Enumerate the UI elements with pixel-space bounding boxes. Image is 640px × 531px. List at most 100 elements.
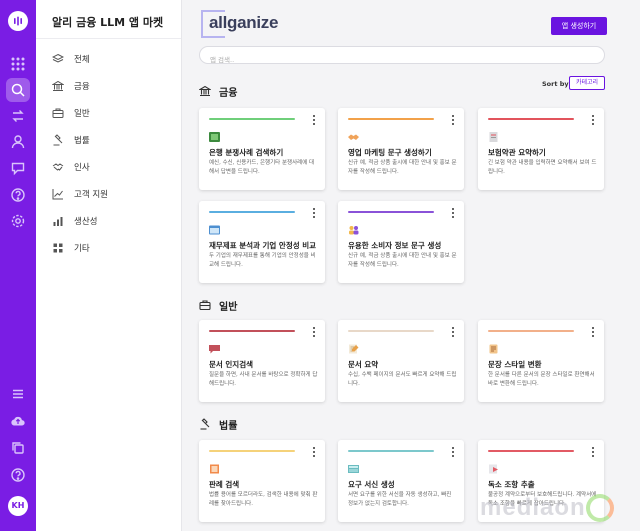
notepad-icon [349,344,359,354]
people-icon [349,226,359,235]
handshake-icon [52,163,64,171]
app-card[interactable]: 유용한 소비자 정보 문구 생성 신규 예, 적금 상품 출시에 대한 안내 및… [338,201,464,283]
section-title: 법률 [219,420,238,432]
app-card[interactable]: 문장 스타일 변환 한 문서를 다른 문서의 문장 스타일로 환연해서 바로 변… [478,320,604,402]
card-accent-bar [348,211,434,213]
more-options-icon[interactable] [591,115,595,126]
sort-category-button[interactable]: 카테고리 [569,76,605,90]
card-description: 서면 요구를 위한 서신을 자동 생성하고, 빠진 정보가 없는지 검토합니다. [348,492,452,507]
cloud-upload-icon[interactable] [10,413,26,429]
card-title: 문장 스타일 변환 [488,360,542,369]
chat-icon[interactable] [10,160,26,176]
users-icon[interactable] [10,134,26,150]
logo-icon[interactable] [8,11,28,31]
briefcase-icon [199,300,211,311]
sidebar-item-hr[interactable]: 인사 [52,158,172,176]
help-circle-icon[interactable] [10,467,26,483]
section-title: 일반 [219,301,238,313]
card-description: 질문을 하면, 사내 문서를 바탕으로 정확하게 답해드립니다. [209,372,318,387]
gavel-icon [53,134,63,146]
card-title: 독소 조항 추출 [488,480,535,489]
green-square-icon [209,132,220,142]
menu-icon[interactable] [10,386,26,402]
card-accent-bar [209,330,295,332]
card-description: 긴 보험 약관 내용을 입력하면 요약해서 보여 드립니다. [488,160,597,175]
sidebar-item-support[interactable]: 고객 지원 [52,185,172,203]
contract-icon [489,464,498,474]
sidebar-item-label: 기타 [74,244,90,254]
card-accent-bar [209,118,295,120]
bar-chart-icon [53,217,63,226]
app-card[interactable]: 판례 검색 법률 용어를 모르더라도, 검색한 내용에 맞춰 판례를 찾아드립니… [199,440,325,522]
sidebar-item-all[interactable]: 전체 [52,50,172,68]
card-title: 판례 검색 [209,480,240,489]
watermark: mediaon [480,494,586,521]
app-card[interactable]: 은행 분쟁사례 검색하기 예신, 수신, 신용카드, 은행기타 분쟁사례에 대해… [199,108,325,190]
section-header-finance: 금융 [199,84,238,99]
more-options-icon[interactable] [312,447,316,458]
more-options-icon[interactable] [591,327,595,338]
more-options-icon[interactable] [451,115,455,126]
settings-icon[interactable] [10,213,26,229]
more-options-icon[interactable] [451,447,455,458]
apps-grid-icon[interactable] [10,56,26,72]
app-card[interactable]: 요구 서신 생성 서면 요구를 위한 서신을 자동 생성하고, 빠진 정보가 없… [338,440,464,522]
more-options-icon[interactable] [312,327,316,338]
app-card[interactable]: 문서 인지검색 질문을 하면, 사내 문서를 바탕으로 정확하게 답해드립니다. [199,320,325,402]
card-description: 한 문서를 다른 문서의 문장 스타일로 환연해서 바로 변환해 드립니다. [488,372,595,387]
card-accent-bar [348,330,434,332]
card-title: 문서 인지검색 [209,360,254,369]
sidebar-divider [36,38,181,39]
app-card[interactable]: 재무제표 분석과 기업 안정성 비교 두 기업의 재무제표를 통해 기업의 안정… [199,201,325,283]
create-app-button[interactable]: 앱 생성하기 [551,17,607,35]
sort-label: Sort by: [542,80,572,88]
sidebar-item-general[interactable]: 일반 [52,104,172,122]
category-sidebar: 알리 금융 LLM 앱 마켓 전체 금융 일반 법률 인사 고객 지원 생산성 … [36,0,182,531]
card-title: 보험약관 요약하기 [488,148,546,157]
briefcase-icon [52,108,64,118]
sidebar-item-etc[interactable]: 기타 [52,239,172,257]
section-header-law: 법률 [199,417,238,432]
section-title: 금융 [219,87,238,99]
app-title: 알리 금융 LLM 앱 마켓 [52,16,164,29]
help-icon[interactable] [10,187,26,203]
sidebar-item-label: 전체 [74,55,90,65]
copy-icon[interactable] [10,440,26,456]
app-card[interactable]: 보험약관 요약하기 긴 보험 약관 내용을 입력하면 요약해서 보여 드립니다. [478,108,604,190]
sidebar-item-productivity[interactable]: 생산성 [52,212,172,230]
more-options-icon[interactable] [451,208,455,219]
sidebar-item-law[interactable]: 법률 [52,131,172,149]
card-description: 신규 예, 적금 상품 출시에 대한 안내 및 홍보 문자를 작성해 드립니다. [348,253,457,268]
card-title: 요구 서신 생성 [348,480,395,489]
sidebar-item-label: 법률 [74,136,90,146]
card-accent-bar [209,450,295,452]
more-options-icon[interactable] [312,208,316,219]
section-header-general: 일반 [199,298,238,313]
card-accent-bar [209,211,295,213]
app-market-icon[interactable] [6,78,30,102]
gavel-icon [200,418,210,430]
sidebar-item-label: 일반 [74,109,90,119]
sidebar-item-finance[interactable]: 금융 [52,77,172,95]
document-icon [489,132,498,142]
law-book-icon [210,464,219,474]
more-options-icon[interactable] [591,447,595,458]
letter-icon [348,465,359,473]
handshake-icon [348,134,359,140]
card-title: 문서 요약 [348,360,379,369]
grid-icon [53,243,63,253]
search-input[interactable] [210,52,600,68]
more-options-icon[interactable] [451,327,455,338]
app-card[interactable]: 영업 마케팅 문구 생성하기 신규 예, 적금 상품 출시에 대한 안내 및 홍… [338,108,464,190]
browser-window-icon [209,225,220,235]
more-options-icon[interactable] [312,115,316,126]
card-description: 두 기업의 재무제표를 통해 기업의 안정성을 비교해 드립니다. [209,253,316,268]
avatar[interactable]: KH [8,496,28,516]
swap-icon[interactable] [10,108,26,124]
search-bar [199,46,605,68]
watermark-logo-icon [586,494,614,522]
bank-icon [52,80,64,91]
app-card[interactable]: 문서 요약 수십, 수백 페이지의 문서도 빠르게 요약해 드립니다. [338,320,464,402]
card-title: 영업 마케팅 문구 생성하기 [348,148,432,157]
chat-bubble-icon [209,345,220,354]
